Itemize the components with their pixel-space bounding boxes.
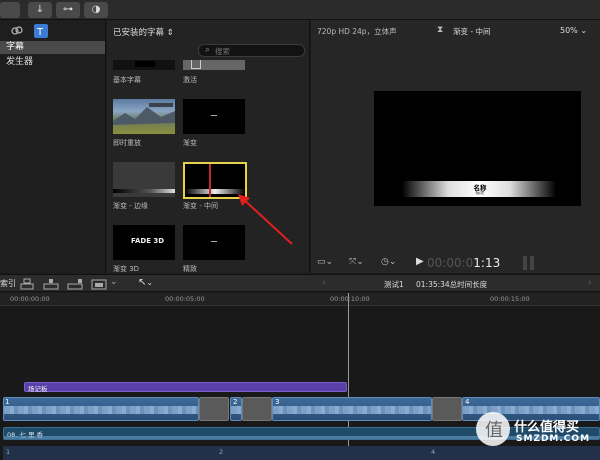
half-circle-icon: ◑ [91,4,101,15]
insert-clip-icon[interactable] [42,278,60,290]
sidebar-photos-icon[interactable] [10,25,24,37]
audio-lane[interactable]: 1 2 4 [3,446,600,460]
updown-chevron-icon: ⇕ [164,28,174,38]
sidebar-item-generators[interactable]: 发生器 [0,56,105,69]
thumb-activate[interactable] [183,60,245,70]
thumb-fade-3d[interactable]: FADE 3D [113,225,175,260]
watermark-brand: 什么值得买 [514,420,580,435]
background-tasks-button[interactable]: ◑ [84,2,108,18]
thumb-label: 渐变 [183,139,197,147]
zoom-selector[interactable]: 50% ⌄ [560,26,587,35]
search-field[interactable]: ⌕ 搜索 [198,44,305,57]
audio-clip[interactable]: 08. 七 里 香 [3,427,600,440]
history-back-icon[interactable]: ‹ [322,278,326,288]
watermark-logo: 值 [476,412,510,446]
viewer: 720p HD 24p，立体声 ⧗ 渐变 - 中间 50% ⌄ 名称 描述 ▭⌄… [311,20,600,273]
title-clip[interactable]: 场记板 [24,382,347,393]
clip-number: 4 [465,398,470,406]
thumb-label: 即时重放 [113,139,141,147]
timecode-display: 00:00:01:13 [427,256,501,270]
lower-third-subtitle: 描述 [475,191,485,196]
title-browser: 已安装的字幕 ⇕ ⌕ 搜索 基本字幕 激活 即时重放 渐变 渐变 - 边缘 渐变… [107,20,310,273]
top-toolbar: ↓ ⊶ ◑ [0,0,600,20]
format-info: 720p HD 24p，立体声 [317,27,397,36]
ruler-tick-label: 00:00:00:00 [10,295,50,303]
transform-tools-button[interactable]: ⤧⌄ [349,257,369,269]
timeline-header: 索引 ⌄ ↖⌄ ‹ 测试1 01:35:34总时间长度 › [0,274,600,292]
play-button[interactable]: ▶ [416,256,424,267]
history-forward-icon[interactable]: › [588,278,592,288]
thumb-label: 渐变 - 中间 [183,202,218,210]
transition-1[interactable] [199,397,229,421]
ruler-tick-label: 00:00:10:00 [330,295,370,303]
thumb-fade-edge[interactable] [113,162,175,197]
select-tool-button[interactable]: ↖⌄ [138,277,153,288]
clip-number: 3 [275,398,280,406]
svg-text:T: T [36,27,44,38]
project-duration: 01:35:34总时间长度 [416,280,488,289]
svg-text:值: 值 [485,420,503,441]
thumb-basic-title[interactable] [113,60,175,70]
clip-number: 2 [233,398,238,406]
sidebar: T 字幕 发生器 [0,20,106,273]
search-placeholder: 搜索 [215,47,230,56]
ruler-tick-label: 00:00:05:00 [165,295,205,303]
timeline-ruler[interactable]: 00:00:00:00 00:00:05:00 00:00:10:00 00:0… [0,293,600,306]
thumb-instant-replay[interactable] [113,99,175,134]
thumb-fade[interactable] [183,99,245,134]
preview-frame: 名称 描述 [374,91,581,206]
video-clip-1[interactable] [3,397,199,421]
thumb-label: 激活 [183,76,197,84]
edit-mode-dropdown[interactable]: ⌄ [110,277,118,287]
thumb-label: 渐变 3D [113,265,140,273]
transition-2[interactable] [242,397,272,421]
audio-meter-right [530,256,534,270]
sidebar-titles-icon[interactable]: T [34,24,48,38]
ruler-tick-label: 00:00:15:00 [490,295,530,303]
overwrite-clip-icon[interactable] [90,278,108,290]
view-options-button[interactable]: ▭⌄ [317,257,337,269]
thumb-label: 基本字幕 [113,76,141,84]
annotation-arrow [238,194,293,245]
sidebar-item-titles[interactable]: 字幕 [0,41,105,54]
speed-button[interactable]: ◷⌄ [381,257,401,269]
transition-3[interactable] [432,397,462,421]
viewer-clip-title: 渐变 - 中间 [453,27,491,36]
watermark-site: SMZDM.COM [516,434,591,444]
key-icon: ⊶ [63,4,73,15]
toolbar-left-edge [0,2,20,18]
thumb-label: 渐变 - 边缘 [113,202,148,210]
append-clip-icon[interactable] [66,278,84,290]
download-icon: ↓ [35,4,45,15]
index-button[interactable]: 索引 [0,278,16,289]
video-clip-3[interactable] [272,397,432,421]
clip-number: 1 [5,398,10,406]
search-icon: ⌕ [205,45,211,55]
audio-meter-left [523,256,527,270]
thumb-label: 精致 [183,265,197,273]
project-name: 测试1 [384,280,404,289]
import-button[interactable]: ↓ [28,2,52,18]
hourglass-icon: ⧗ [437,25,444,35]
keywords-button[interactable]: ⊶ [56,2,80,18]
category-selector[interactable]: 已安装的字幕 ⇕ [113,26,174,38]
connect-clip-icon[interactable] [18,278,36,290]
